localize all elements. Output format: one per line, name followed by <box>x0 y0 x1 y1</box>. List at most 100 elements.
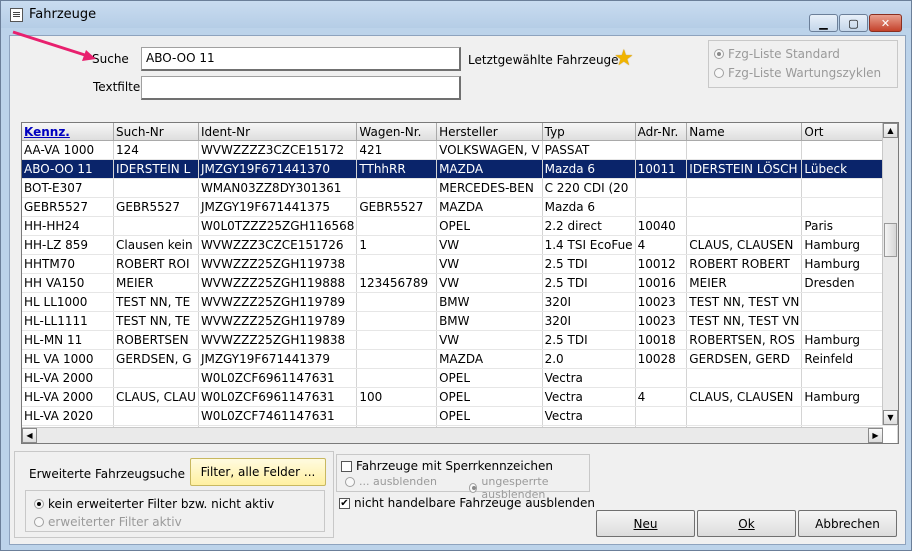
sperr-hide-label: ... ausblenden <box>359 475 437 488</box>
new-button[interactable]: Neu <box>596 510 695 537</box>
table-cell: 100 <box>356 387 438 407</box>
table-cell: JMZGY19F671441375 <box>198 197 358 217</box>
table-cell: CLAUS, CLAU <box>113 387 199 407</box>
table-cell: GERDSEN, G <box>113 349 199 369</box>
table-cell: WVWZZZ25ZGH119789 <box>198 311 358 331</box>
table-cell: AA-VA 1000 <box>22 140 115 160</box>
scroll-right-icon[interactable]: ▶ <box>868 428 883 443</box>
table-row[interactable]: HL-VA 2020 W0L0ZCF7461147631 OPEL Vectra <box>22 406 898 426</box>
table-cell: PASSAT <box>542 140 636 160</box>
table-cell <box>356 311 438 331</box>
table-cell: MEIER <box>686 273 803 293</box>
list-mode-maintenance-label: Fzg-Liste Wartungszyklen <box>728 66 882 80</box>
table-row[interactable]: HH-LZ 859 Clausen kein WVWZZZ3CZCE151726 1 V… <box>22 235 898 255</box>
column-header[interactable]: Adr-Nr. <box>635 123 688 141</box>
table-cell: TEST NN, TE <box>113 292 199 312</box>
table-row[interactable]: ABO-OO 11 IDERSTEIN L JMZGY19F671441370 TTh… <box>22 159 898 179</box>
filter-active-radio[interactable]: erweiterter Filter aktiv <box>34 515 182 529</box>
textfilter-label: Textfilter <box>93 80 146 94</box>
radio-dot-icon <box>34 517 44 527</box>
table-cell: 2.2 direct <box>542 216 636 236</box>
table-cell: BOT-E307 <box>22 178 115 198</box>
sperr-hide-radio[interactable]: ... ausblenden <box>345 475 437 488</box>
vertical-scrollbar[interactable]: ▲ ▼ <box>882 123 898 425</box>
table-cell: MAZDA <box>436 159 543 179</box>
table-cell: OPEL <box>436 387 543 407</box>
table-row[interactable]: HL-MN 11 ROBERTSEN WVWZZZ25ZGH119838 VW 2.5 … <box>22 330 898 350</box>
table-cell: ROBERT ROI <box>113 254 199 274</box>
column-header[interactable]: Kennz. <box>22 123 115 141</box>
sperr-checkbox[interactable]: Fahrzeuge mit Sperrkennzeichen <box>341 459 553 473</box>
table-row[interactable]: AA-VA 1000 124 WVWZZZZ3CZCE15172 421 VOLKSWA… <box>22 140 898 160</box>
table-cell: 1 <box>356 235 438 255</box>
table-row[interactable]: BOT-E307 WMAN03ZZ8DY301361 MERCEDES-BEN C 2… <box>22 178 898 198</box>
table-row[interactable]: HH-HH24 W0L0TZZZ25ZGH116568 OPEL 2.2 direct… <box>22 216 898 236</box>
filter-all-fields-button[interactable]: Filter, alle Felder ... <box>190 458 326 486</box>
table-row[interactable]: HHTM70 ROBERT ROI WVWZZZ25ZGH119738 VW 2.5 T… <box>22 254 898 274</box>
dialog-body: Suche ABO-OO 11 Textfilter Letztgewählte… <box>9 35 906 545</box>
column-header[interactable]: Ident-Nr <box>198 123 358 141</box>
table-cell: 124 <box>113 140 199 160</box>
table-cell: OPEL <box>436 216 543 236</box>
table-cell: VOLKSWAGEN, V <box>436 140 543 160</box>
extended-search-label: Erweiterte Fahrzeugsuche ... <box>29 467 201 481</box>
table-row[interactable]: HH VA150 MEIER WVWZZZ25ZGH119888 123456789 V… <box>22 273 898 293</box>
minimize-button[interactable]: ▁ <box>809 14 838 32</box>
table-cell: 10040 <box>635 216 688 236</box>
column-header[interactable]: Hersteller <box>436 123 543 141</box>
table-cell: 10023 <box>635 292 688 312</box>
table-cell <box>356 368 438 388</box>
maximize-button[interactable]: ▢ <box>839 14 868 32</box>
table-cell: W0L0TZZZ25ZGH116568 <box>198 216 358 236</box>
not-tradable-checkbox[interactable]: ✔ nicht handelbare Fahrzeuge ausblenden <box>339 496 595 510</box>
table-cell: Clausen kein <box>113 235 199 255</box>
table-row[interactable]: HL VA 1000 GERDSEN, G JMZGY19F671441379 MAZ… <box>22 349 898 369</box>
table-cell <box>686 216 803 236</box>
scroll-left-icon[interactable]: ◀ <box>22 428 37 443</box>
table-row[interactable]: HL LL1000 TEST NN, TE WVWZZZ25ZGH119789 BMW… <box>22 292 898 312</box>
scroll-down-icon[interactable]: ▼ <box>883 410 898 425</box>
table-row[interactable]: HL-LL1111 TEST NN, TE WVWZZZ25ZGH119789 BMW… <box>22 311 898 331</box>
horizontal-scrollbar[interactable]: ◀ ▶ <box>22 427 883 443</box>
table-body: AA-VA 1000 124 WVWZZZZ3CZCE15172 421 VOLKSWA… <box>22 140 898 443</box>
ok-button[interactable]: Ok <box>697 510 796 537</box>
table-cell: BMW <box>436 292 543 312</box>
table-cell: WVWZZZ25ZGH119738 <box>198 254 358 274</box>
table-cell: ROBERT ROBERT <box>686 254 803 274</box>
table-cell: 2.0 <box>542 349 636 369</box>
table-cell: W0L0ZCF6961147631 <box>198 368 358 388</box>
column-header[interactable]: Wagen-Nr. <box>356 123 438 141</box>
list-mode-standard-radio[interactable]: Fzg-Liste Standard <box>714 47 840 61</box>
vehicle-table: Kennz. Such-Nr Ident-Nr Wagen-Nr. Hersteller… <box>22 123 898 443</box>
close-button[interactable]: ✕ <box>869 14 902 32</box>
table-cell <box>356 349 438 369</box>
scroll-up-icon[interactable]: ▲ <box>883 123 898 138</box>
table-row[interactable]: HL-VA 2000 W0L0ZCF6961147631 OPEL Vectra <box>22 368 898 388</box>
table-cell: OPEL <box>436 406 543 426</box>
table-cell: W0L0ZCF7461147631 <box>198 406 358 426</box>
column-header[interactable]: Typ <box>542 123 636 141</box>
table-cell: 320I <box>542 311 636 331</box>
table-cell: VW <box>436 330 543 350</box>
table-row[interactable]: GEBR5527 GEBR5527 JMZGY19F671441375 GEBR55… <box>22 197 898 217</box>
filter-inactive-radio[interactable]: kein erweiterter Filter bzw. nicht aktiv <box>34 497 274 511</box>
sperr-label: Fahrzeuge mit Sperrkennzeichen <box>356 459 553 473</box>
list-mode-standard-label: Fzg-Liste Standard <box>728 47 840 61</box>
column-header[interactable]: Such-Nr <box>113 123 199 141</box>
table-cell: HH VA150 <box>22 273 115 293</box>
search-input[interactable]: ABO-OO 11 <box>141 47 461 71</box>
table-cell: HL VA 1000 <box>22 349 115 369</box>
star-icon[interactable]: ★ <box>614 46 634 71</box>
textfilter-input[interactable] <box>141 76 461 100</box>
title-bar[interactable]: Fahrzeuge <box>1 1 911 28</box>
vertical-scroll-thumb[interactable] <box>884 223 897 257</box>
list-mode-maintenance-radio[interactable]: Fzg-Liste Wartungszyklen <box>714 66 881 80</box>
table-cell: HL-LL1111 <box>22 311 115 331</box>
checkbox-checked-icon: ✔ <box>339 497 350 509</box>
radio-dot-icon <box>714 49 724 59</box>
column-header[interactable]: Name <box>686 123 803 141</box>
cancel-button[interactable]: Abbrechen <box>798 510 897 537</box>
table-cell <box>113 368 199 388</box>
table-cell: WMAN03ZZ8DY301361 <box>198 178 358 198</box>
table-row[interactable]: HL-VA 2000 CLAUS, CLAU W0L0ZCF6961147631 10… <box>22 387 898 407</box>
